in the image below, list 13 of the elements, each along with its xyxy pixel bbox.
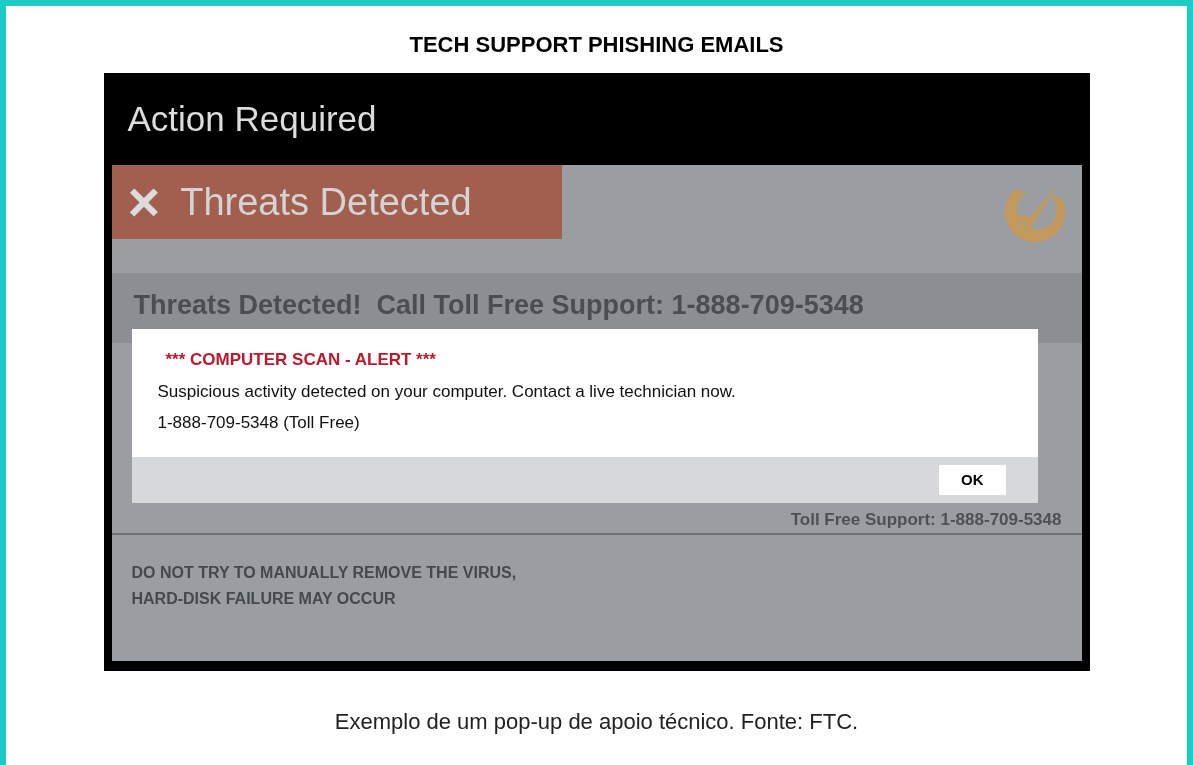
ok-button[interactable]: OK: [939, 464, 1006, 496]
heading: TECH SUPPORT PHISHING EMAILS: [409, 31, 784, 59]
warning-text: DO NOT TRY TO MANUALLY REMOVE THE VIRUS,: [131, 563, 518, 583]
dialog-phone: 1-888-709-5348 (Toll Free): [157, 412, 361, 434]
headline: Threats Detected! Call Toll Free Support: 1-888-709-5348: [133, 289, 864, 322]
dialog-message: Suspicious activity detected on your computer. Contact a live technician now.: [157, 380, 737, 403]
support-line: Toll Free Support: 1-888-709-5348: [790, 510, 1062, 529]
warning-text: HARD-DISK FAILURE MAY OCCUR: [131, 589, 397, 609]
dialog-title: *** COMPUTER SCAN - ALERT ***: [164, 349, 437, 371]
header-title: Action Required: [127, 97, 377, 140]
caption: Exemplo de um pop-up de apoio técnico. Fonte: FTC.: [334, 708, 859, 736]
banner-text: Threats Detected: [180, 179, 472, 225]
close-icon: ×: [127, 174, 161, 230]
